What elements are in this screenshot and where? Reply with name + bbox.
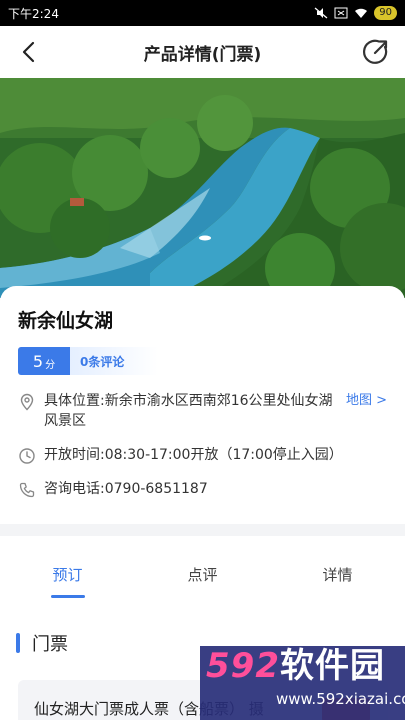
place-name: 新余仙女湖 bbox=[18, 310, 114, 332]
page-title: 产品详情(门票) bbox=[143, 44, 262, 65]
section-title: 门票 bbox=[32, 634, 68, 655]
place-info-card: 新余仙女湖 5 分 0条评论 具体位置:新余市渝水区西南郊16公里处仙女湖风景区… bbox=[0, 286, 405, 524]
location-label: 具体位置: bbox=[44, 393, 105, 409]
status-time: 下午2:24 bbox=[8, 6, 59, 21]
tab-booking[interactable]: 预订 bbox=[0, 536, 135, 612]
chevron-left-icon bbox=[22, 41, 35, 63]
phone-text: 咨询电话:0790-6851187 bbox=[44, 479, 387, 499]
section-header: 门票 bbox=[16, 630, 68, 656]
rating-row: 5 分 0条评论 bbox=[18, 347, 387, 375]
map-link[interactable]: 地图 > bbox=[346, 391, 387, 411]
back-button[interactable] bbox=[14, 38, 42, 66]
location-row: 具体位置:新余市渝水区西南郊16公里处仙女湖风景区 地图 > bbox=[18, 391, 387, 431]
mute-icon bbox=[314, 7, 328, 19]
watermark-number: 592 bbox=[206, 646, 280, 686]
watermark-url: www.592xiazai.com bbox=[276, 690, 405, 708]
hours-text: 开放时间:08:30-17:00开放（17:00停止入园） bbox=[44, 445, 387, 465]
phone-value: 0790-6851187 bbox=[104, 481, 208, 497]
hours-value: 08:30-17:00开放（17:00停止入园） bbox=[104, 447, 343, 463]
clock-icon bbox=[19, 448, 35, 464]
score-unit: 分 bbox=[45, 360, 56, 371]
tab-details[interactable]: 详情 bbox=[270, 536, 405, 612]
location-text: 具体位置:新余市渝水区西南郊16公里处仙女湖风景区 bbox=[44, 391, 338, 431]
hours-row: 开放时间:08:30-17:00开放（17:00停止入园） bbox=[18, 445, 387, 465]
battery-indicator: 90 bbox=[374, 6, 397, 20]
hero-image bbox=[0, 78, 405, 298]
section-accent-bar bbox=[16, 633, 20, 653]
phone-icon bbox=[19, 482, 35, 498]
status-icons: 90 bbox=[314, 6, 397, 20]
tab-bar: 预订 点评 详情 bbox=[0, 536, 405, 612]
hours-label: 开放时间: bbox=[44, 447, 105, 463]
review-count[interactable]: 0条评论 bbox=[70, 347, 158, 375]
sim-icon bbox=[334, 7, 348, 19]
status-bar: 下午2:24 90 bbox=[0, 0, 405, 26]
watermark-brand-text: 软件园 bbox=[279, 646, 385, 686]
share-button[interactable] bbox=[361, 37, 391, 67]
phone-row[interactable]: 咨询电话:0790-6851187 bbox=[18, 479, 387, 499]
nav-bar: 产品详情(门票) bbox=[0, 26, 405, 78]
watermark-brand: 592软件园 bbox=[200, 646, 405, 686]
tab-reviews[interactable]: 点评 bbox=[135, 536, 270, 612]
watermark-logo: 592软件园 www.592xiazai.com bbox=[200, 646, 405, 720]
score-badge: 5 分 bbox=[18, 347, 70, 375]
phone-label: 咨询电话: bbox=[44, 481, 105, 497]
score-value: 5 bbox=[32, 351, 44, 371]
location-pin-icon bbox=[20, 393, 34, 411]
wifi-icon bbox=[355, 8, 368, 18]
